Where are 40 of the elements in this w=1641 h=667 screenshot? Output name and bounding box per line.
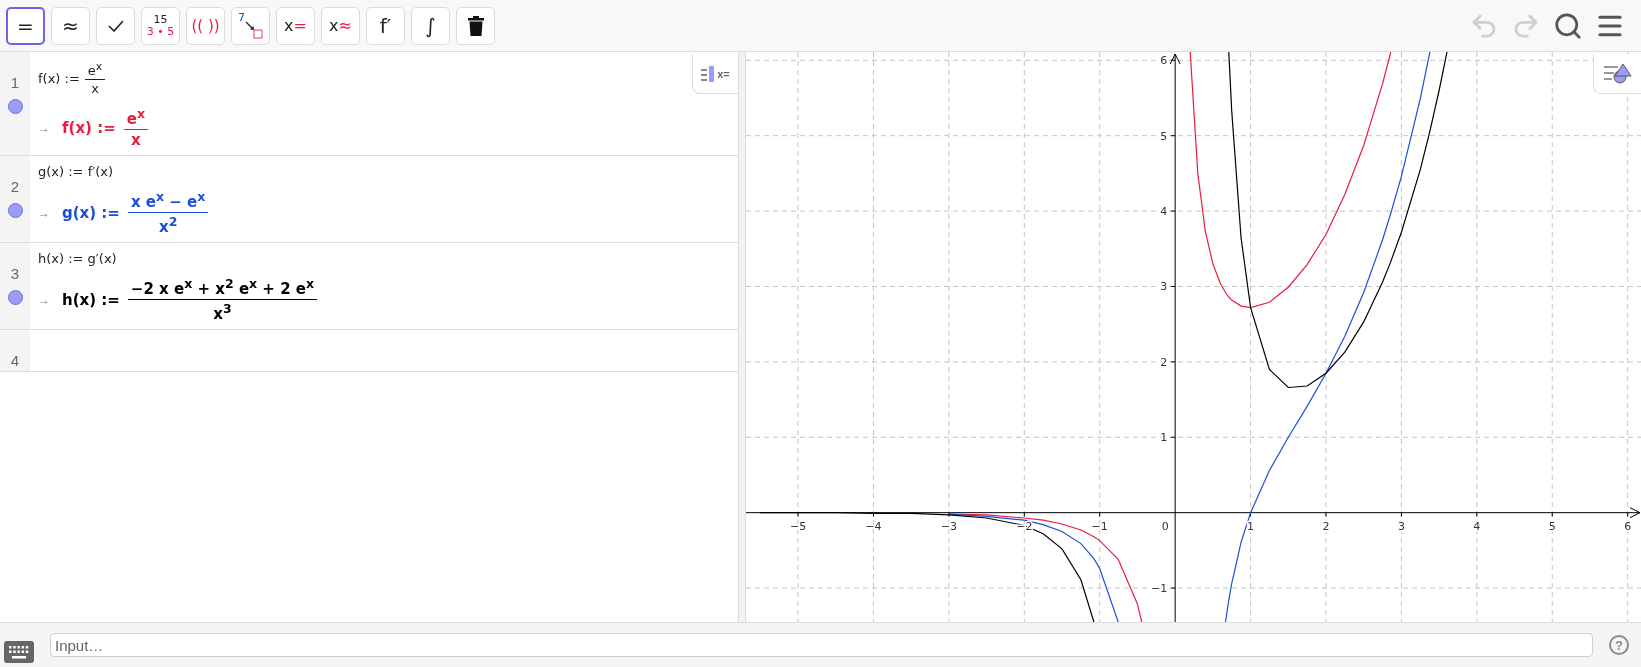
output-arrow: → [38, 205, 50, 220]
algebra-toggle-button[interactable]: x= [692, 54, 738, 94]
tool-button[interactable]: ≈ [51, 6, 90, 45]
tick-label: 1 [1160, 431, 1168, 445]
tick-label: −4 [865, 519, 882, 533]
tool-button[interactable]: f′ [366, 6, 405, 45]
tick-label: 3 [1397, 519, 1405, 533]
tick-label: 2 [1322, 519, 1330, 533]
row-number: 4 [10, 352, 20, 370]
tick-label: −1 [1091, 519, 1108, 533]
origin-label: 0 [1161, 519, 1169, 533]
factor-button[interactable]: 15 3 • 5 [141, 6, 180, 45]
tick-label: 3 [1160, 280, 1168, 294]
input-formula[interactable]: g(x) := f′(x) [38, 164, 113, 180]
tick-label: 6 [1160, 54, 1168, 68]
tick-label: 2 [1160, 355, 1168, 369]
tick-label: 1 [1247, 519, 1255, 533]
output-formula: h(x) := −2 x e$^{x}$ + x$^{2}$ e$^{x}$ + 2 e$^{x}$ x$^{3}$ [62, 276, 318, 324]
tool-button[interactable]: ∫ [411, 6, 450, 45]
output-arrow: → [38, 120, 50, 135]
row-number: 1 [10, 74, 20, 91]
tick-label: 5 [1160, 129, 1168, 143]
output-formula: g(x) := x e$^{x}$ − e$^{x}$ x$^{2}$ [62, 189, 209, 237]
tick-label: 6 [1624, 519, 1632, 533]
row-number: 3 [10, 265, 20, 283]
tick-label: 4 [1160, 205, 1168, 219]
substitute-button[interactable]: 7 [231, 6, 270, 45]
input-formula[interactable]: h(x) := g′(x) [38, 251, 117, 267]
solve-button[interactable]: x≈ [321, 6, 360, 45]
tick-label: −3 [940, 519, 957, 533]
tick-label: −1 [1150, 582, 1168, 596]
tool-button[interactable]: = [6, 6, 45, 45]
row-number: 2 [10, 178, 20, 196]
output-arrow: → [38, 292, 50, 307]
input-field[interactable]: Input… [50, 633, 1593, 657]
tick-label: 4 [1473, 519, 1481, 533]
tick-label: −5 [789, 519, 807, 533]
tick-label: 5 [1548, 519, 1556, 533]
solve-button[interactable]: x= [276, 6, 315, 45]
expand-button[interactable]: (( )) [186, 6, 225, 45]
